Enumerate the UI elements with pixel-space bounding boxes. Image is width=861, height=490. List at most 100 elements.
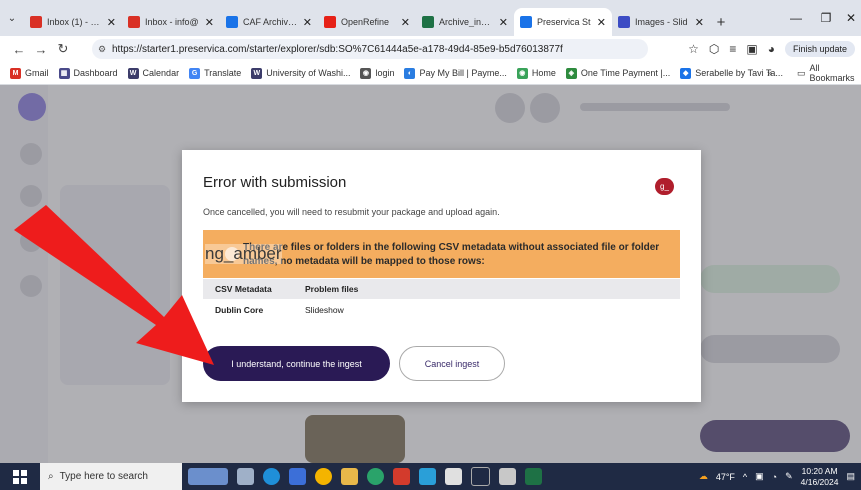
star-icon[interactable]: ☆ [688, 42, 699, 56]
tab-search-chevron-icon[interactable]: ⌄ [0, 0, 24, 36]
media-icon[interactable]: ≡ [729, 42, 736, 56]
profile-icon[interactable]: ◕ [768, 42, 775, 56]
terminal-icon[interactable] [471, 467, 490, 486]
warning-banner: There are files or folders in the follow… [203, 230, 680, 278]
tab-title: Inbox - info@ [145, 17, 199, 27]
continue-ingest-button[interactable]: I understand, continue the ingest [203, 346, 390, 381]
tab-close-icon[interactable]: ✕ [205, 16, 214, 29]
tab-close-icon[interactable]: ✕ [303, 16, 312, 29]
browser-tab[interactable]: CAF Archive P ✕ [220, 8, 318, 36]
tab-title: Images - Slid [635, 17, 688, 27]
tab-title: Preservica St [537, 17, 591, 27]
preservica-icon [520, 16, 532, 28]
cell-problem-files: Slideshow [305, 305, 344, 315]
bookmark-label: Home [531, 68, 556, 78]
bookmark-label: Calendar [142, 68, 180, 78]
browser-tab-bar: ⌄ Inbox (1) - tay ✕ Inbox - info@ ✕ CAF Arch… [0, 0, 861, 36]
bookmark-item[interactable]: W University of Washi... [251, 67, 350, 79]
store-icon[interactable] [289, 468, 306, 485]
tab-title: CAF Archive P [243, 17, 298, 27]
weather-temp[interactable]: 47°F [716, 472, 735, 482]
bookmark-item[interactable]: W Calendar [127, 67, 180, 79]
bookmark-icon: ◈ [565, 67, 577, 79]
news-widget-icon[interactable] [188, 468, 228, 485]
finish-update-button[interactable]: Finish update [784, 41, 855, 57]
red-arrow-annotation [14, 205, 214, 365]
bookmark-item[interactable]: G Translate [189, 67, 242, 79]
sidepanel-icon[interactable]: ▣ [746, 42, 757, 56]
windows-start-icon[interactable] [0, 469, 40, 484]
browser-tab[interactable]: Inbox (1) - tay ✕ [24, 8, 122, 36]
forward-icon[interactable]: → [30, 42, 52, 57]
url-text: https://starter1.preservica.com/starter/… [112, 43, 563, 55]
tab-close-icon[interactable]: ✕ [401, 16, 410, 29]
bookmark-icon: ◐ [404, 67, 416, 79]
dropbox-icon[interactable] [419, 468, 436, 485]
browser-tab[interactable]: Images - Slid ✕ [612, 8, 710, 36]
url-input[interactable]: ⚙ https://starter1.preservica.com/starte… [92, 39, 648, 59]
cancel-ingest-button[interactable]: Cancel ingest [399, 346, 505, 381]
bookmark-icon: M [10, 67, 21, 79]
bookmark-label: One Time Payment |... [580, 68, 671, 78]
task-view-icon[interactable] [237, 468, 254, 485]
clock-date: 4/16/2024 [800, 476, 839, 487]
file-explorer-icon[interactable] [341, 468, 358, 485]
reload-icon[interactable]: ↻ [52, 41, 74, 57]
back-icon[interactable]: ← [8, 42, 30, 57]
notification-icon[interactable]: ▤ [846, 471, 855, 482]
network-icon[interactable]: ▣ [755, 471, 764, 482]
bookmark-item[interactable]: ◉ login [360, 67, 395, 79]
tab-close-icon[interactable]: ✕ [107, 16, 116, 29]
bookmark-icon: W [251, 67, 263, 79]
tab-close-icon[interactable]: ✕ [695, 16, 704, 29]
bookmark-item[interactable]: ▦ Dashboard [58, 67, 118, 79]
browser-tab[interactable]: Archive_inven ✕ [416, 8, 514, 36]
bookmark-item[interactable]: ◉ Home [516, 67, 556, 79]
problem-files-table: CSV Metadata Problem files Dublin Core S… [203, 279, 680, 321]
bookmark-item[interactable]: ◈ One Time Payment |... [565, 67, 671, 79]
weather-icon[interactable]: ☁ [699, 471, 708, 482]
extensions-icon[interactable]: ⬡ [709, 42, 719, 56]
notepad-icon[interactable] [445, 468, 462, 485]
excel-icon[interactable] [525, 468, 542, 485]
clock[interactable]: 10:20 AM 4/16/2024 [801, 466, 839, 488]
bookmark-item[interactable]: ◐ Pay My Bill | Payme... [404, 67, 507, 79]
bookmark-icon: W [127, 67, 139, 79]
doc-icon [226, 16, 238, 28]
bookmark-item[interactable]: M Gmail [10, 67, 49, 79]
bookmark-label: Dashboard [73, 68, 118, 78]
table-row: Dublin Core Slideshow [203, 299, 680, 321]
minimize-icon[interactable]: — [781, 0, 811, 36]
site-settings-icon[interactable]: ⚙ [98, 44, 106, 55]
header-problem-files: Problem files [305, 284, 359, 294]
bookmark-icon: G [189, 67, 201, 79]
tab-close-icon[interactable]: ✕ [499, 16, 508, 29]
mail-icon[interactable] [499, 468, 516, 485]
bookmark-label: login [375, 68, 395, 78]
excel-icon [422, 16, 434, 28]
youtube-icon [324, 16, 336, 28]
tab-close-icon[interactable]: ✕ [597, 16, 606, 29]
chrome-icon[interactable] [315, 468, 332, 485]
error-modal: Error with submission g_ Once cancelled,… [182, 150, 701, 402]
chat-icon[interactable] [367, 468, 384, 485]
slides-icon [618, 16, 630, 28]
pen-icon[interactable]: ✎ [785, 471, 793, 482]
bookmarks-more[interactable]: » [767, 68, 772, 78]
volume-icon[interactable]: ◔ [772, 472, 777, 482]
new-tab-button[interactable]: + [710, 8, 732, 36]
user-avatar-badge[interactable]: g_ [655, 178, 674, 195]
browser-tab[interactable]: Inbox - info@ ✕ [122, 8, 220, 36]
bookmark-label: Translate [204, 68, 242, 78]
all-bookmarks-button[interactable]: ▭ All Bookmarks [797, 63, 861, 83]
bookmark-label: Gmail [25, 68, 49, 78]
close-window-icon[interactable]: ✕ [836, 0, 861, 36]
clock-time: 10:20 AM [801, 465, 838, 476]
browser-tab[interactable]: Preservica St ✕ [514, 8, 612, 36]
tab-title: Inbox (1) - tay [47, 17, 102, 27]
taskbar-search-input[interactable]: ⌕ Type here to search [40, 463, 182, 490]
edge-icon[interactable] [263, 468, 280, 485]
browser-tab[interactable]: OpenRefine ✕ [318, 8, 416, 36]
tray-chevron-icon[interactable]: ^ [743, 472, 747, 482]
acrobat-icon[interactable] [393, 468, 410, 485]
